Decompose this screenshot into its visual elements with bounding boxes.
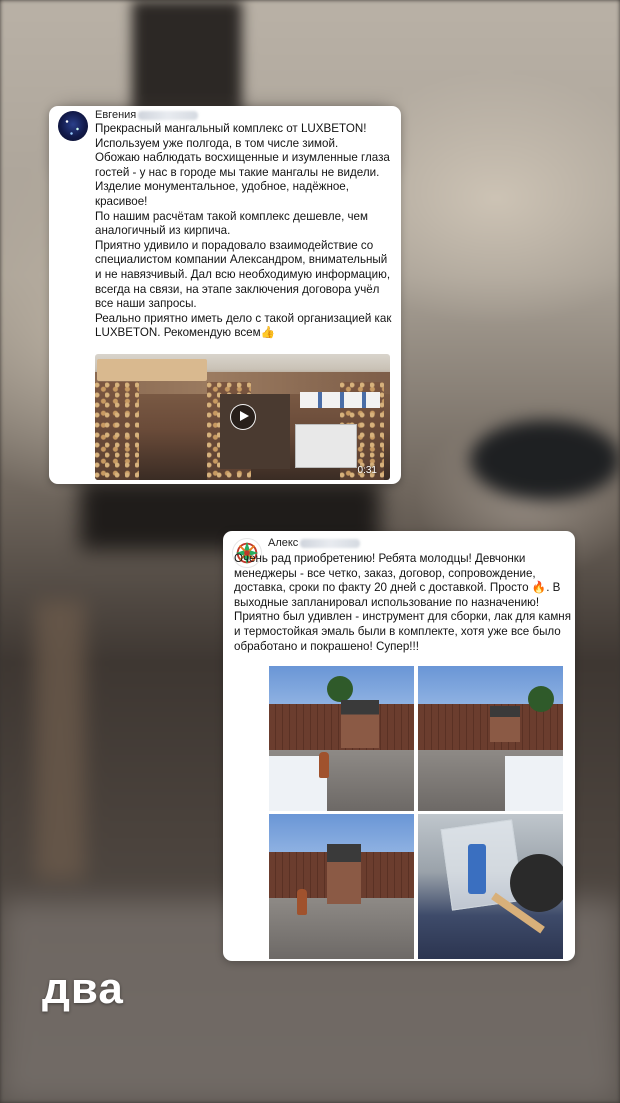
author-name[interactable]: Евгения: [95, 109, 199, 121]
review-text: Очень рад приобретению! Ребята молодцы! …: [234, 552, 571, 653]
author-avatar[interactable]: [58, 111, 88, 141]
play-icon[interactable]: [230, 404, 256, 430]
photo-grid: [269, 666, 564, 959]
review-photo[interactable]: [269, 814, 414, 959]
review-photo[interactable]: [418, 666, 563, 811]
review-card-2: Алекс Очень рад приобретению! Ребята мол…: [223, 531, 575, 961]
blurred-surname: [138, 110, 199, 120]
review-photo[interactable]: [418, 814, 563, 959]
blurred-surname: [300, 538, 361, 548]
review-text: Прекрасный мангальный комплекс от LUXBET…: [95, 122, 392, 340]
review-video[interactable]: 0:31: [95, 354, 390, 480]
story-caption: два: [42, 964, 124, 1013]
review-card-1: Евгения Прекрасный мангальный комплекс о…: [49, 106, 401, 484]
review-photo[interactable]: [269, 666, 414, 811]
video-duration: 0:31: [357, 465, 377, 476]
author-name[interactable]: Алекс: [268, 537, 361, 549]
